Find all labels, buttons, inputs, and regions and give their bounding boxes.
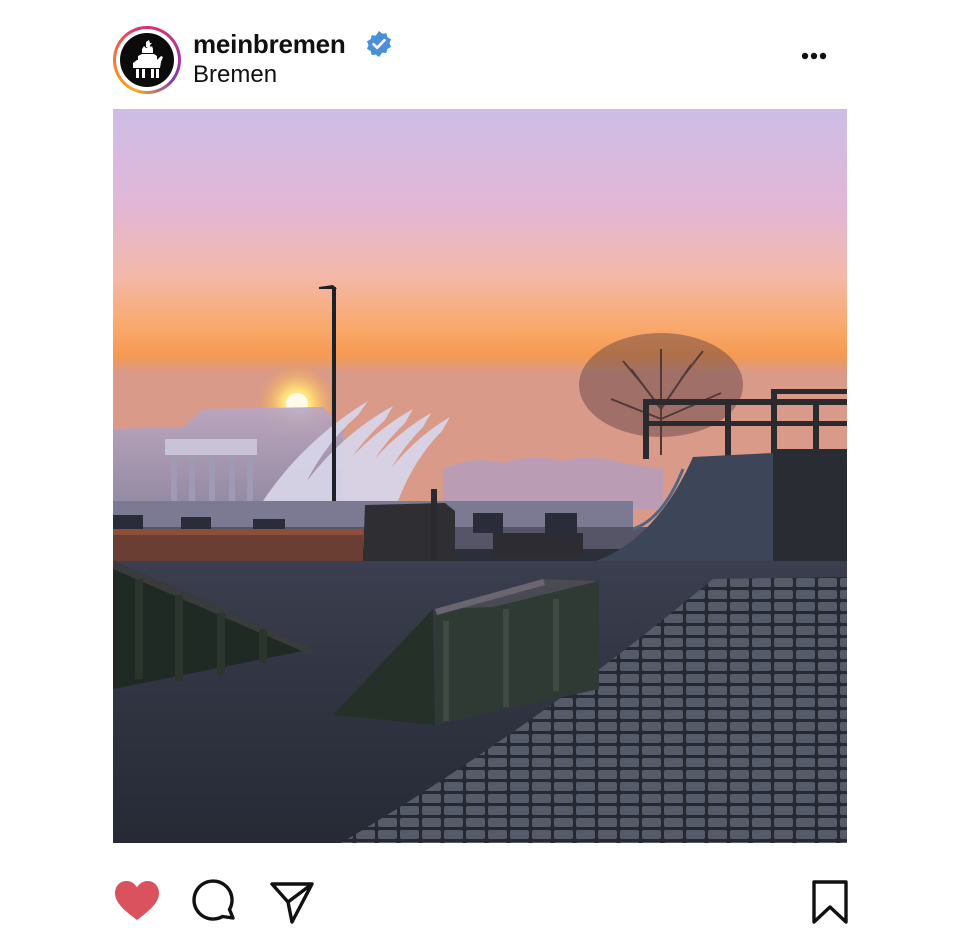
story-ring[interactable] [113,26,181,94]
instagram-post: meinbremen Bremen [0,0,960,952]
share-button[interactable] [268,878,316,926]
more-options-icon [801,52,827,60]
post-header: meinbremen Bremen [113,24,848,96]
avatar[interactable] [120,33,174,87]
post-actions [113,874,848,930]
more-options-button[interactable] [793,42,833,70]
like-button[interactable] [113,878,161,926]
comment-button[interactable] [191,878,239,926]
bremen-town-musicians-icon [133,40,163,78]
sunset-skatepark-photo [113,109,847,843]
save-button[interactable] [806,878,854,926]
bookmark-icon [812,880,848,924]
heart-icon [115,881,159,920]
paper-plane-icon [270,882,314,924]
username[interactable]: meinbremen [193,28,346,60]
verified-badge-icon [365,30,393,58]
location-link[interactable]: Bremen [193,60,277,90]
comment-bubble-icon [192,879,235,921]
post-image[interactable] [113,109,847,843]
